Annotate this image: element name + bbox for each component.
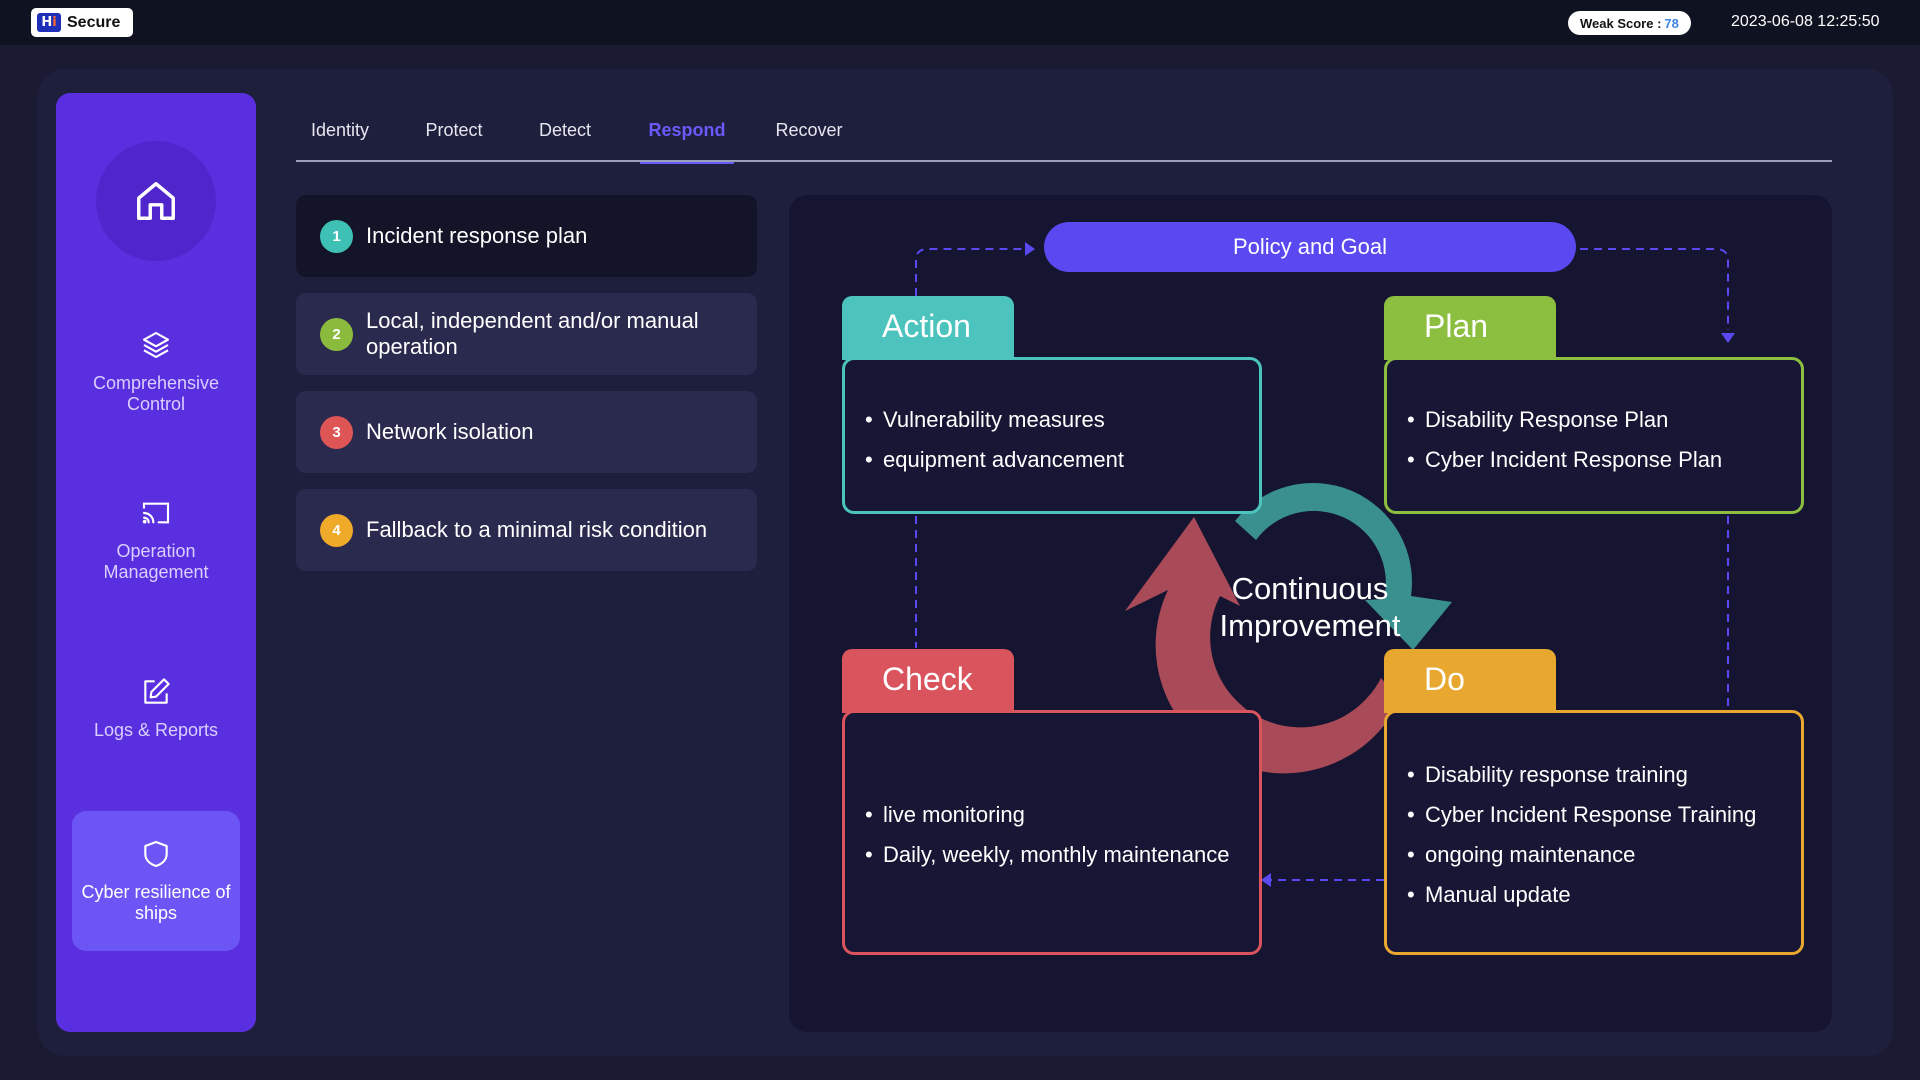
arrow-head bbox=[1025, 242, 1035, 256]
action-title: Action bbox=[842, 296, 1014, 360]
arrow-head bbox=[1261, 873, 1271, 887]
list-item: Daily, weekly, monthly maintenance bbox=[865, 835, 1229, 875]
do-title: Do bbox=[1384, 649, 1556, 713]
list-item: Cyber Incident Response Plan bbox=[1407, 440, 1722, 480]
action-box: Vulnerability measures equipment advance… bbox=[842, 357, 1262, 514]
list-item: Manual update bbox=[1407, 875, 1756, 915]
center-label-line1: Continuous bbox=[1231, 571, 1389, 606]
check-box: live monitoring Daily, weekly, monthly m… bbox=[842, 710, 1262, 955]
policy-goal-pill: Policy and Goal bbox=[1044, 222, 1576, 272]
check-title: Check bbox=[842, 649, 1014, 713]
center-label-line2: Improvement bbox=[1219, 608, 1401, 643]
check-list: live monitoring Daily, weekly, monthly m… bbox=[865, 795, 1229, 875]
continuous-improvement-label: Continuous Improvement bbox=[1189, 570, 1431, 644]
plan-box: Disability Response Plan Cyber Incident … bbox=[1384, 357, 1804, 514]
list-item: equipment advancement bbox=[865, 440, 1124, 480]
arrow-head bbox=[1721, 333, 1735, 343]
list-item: Cyber Incident Response Training bbox=[1407, 795, 1756, 835]
action-list: Vulnerability measures equipment advance… bbox=[865, 400, 1124, 480]
do-list: Disability response training Cyber Incid… bbox=[1407, 755, 1756, 915]
list-item: ongoing maintenance bbox=[1407, 835, 1756, 875]
list-item: Vulnerability measures bbox=[865, 400, 1124, 440]
list-item: live monitoring bbox=[865, 795, 1229, 835]
list-item: Disability Response Plan bbox=[1407, 400, 1722, 440]
plan-list: Disability Response Plan Cyber Incident … bbox=[1407, 400, 1722, 480]
plan-title: Plan bbox=[1384, 296, 1556, 360]
list-item: Disability response training bbox=[1407, 755, 1756, 795]
do-box: Disability response training Cyber Incid… bbox=[1384, 710, 1804, 955]
